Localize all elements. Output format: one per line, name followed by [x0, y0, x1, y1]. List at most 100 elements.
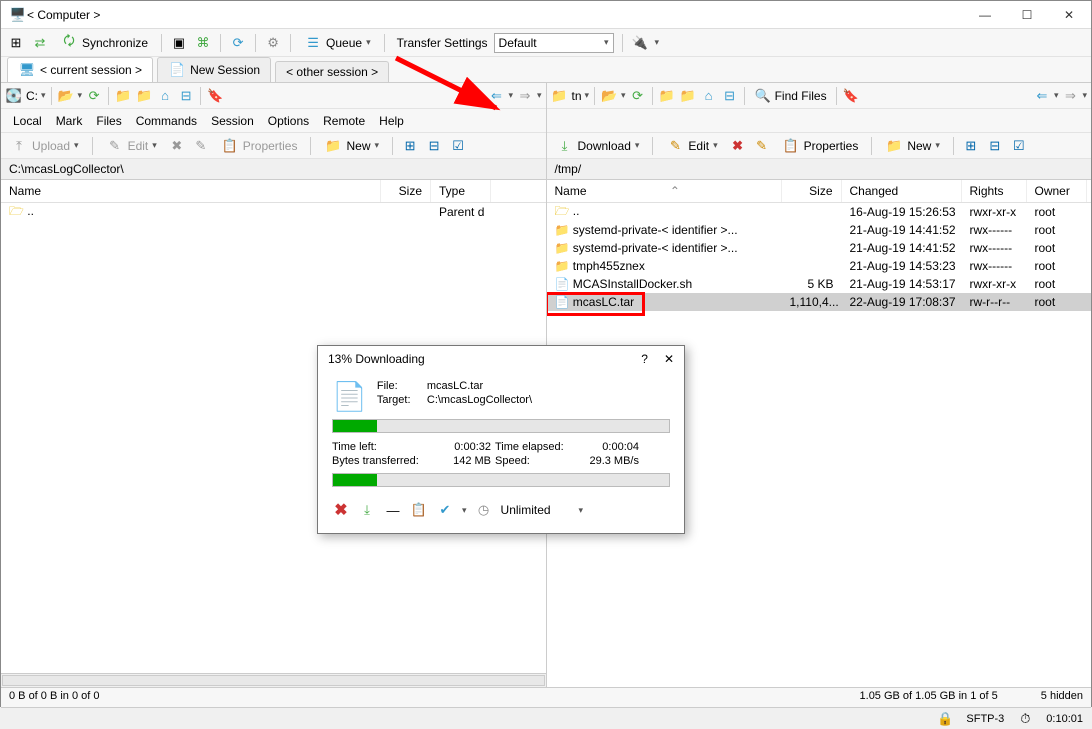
- dialog-close-button[interactable]: ✕: [664, 352, 674, 366]
- nav-forward-icon[interactable]: ⇒: [1061, 87, 1079, 105]
- minus-icon[interactable]: ⊟: [986, 137, 1004, 155]
- dialog-title: 13% Downloading: [328, 352, 641, 366]
- folder-icon[interactable]: 📁: [135, 87, 153, 105]
- col-name[interactable]: Name: [1, 180, 381, 202]
- menu-session[interactable]: Session: [205, 112, 260, 130]
- bookmark-icon[interactable]: 🔖: [206, 87, 224, 105]
- menu-commands[interactable]: Commands: [130, 112, 203, 130]
- right-drive-bar: 📁 tn ▾ 📂 ▾ ⟳ 📁 📁 ⌂ ⊟ 🔍 Find Files 🔖 ⇐ ▾ …: [547, 83, 1092, 109]
- main-toolbar: ⊞ ⇄ 🗘 Synchronize ▣ ⌘ ⟳ ⚙ ☰ Queue ▾ Tran…: [1, 29, 1091, 57]
- background-button[interactable]: ⤓: [358, 501, 376, 519]
- refresh-icon[interactable]: ⟳: [85, 87, 103, 105]
- edit-button[interactable]: ✎ Edit ▾: [101, 134, 162, 158]
- tab-other-session[interactable]: < other session >: [275, 61, 389, 82]
- minus-icon[interactable]: ⊟: [425, 137, 443, 155]
- find-files-button[interactable]: 🔍 Find Files: [750, 86, 831, 106]
- check-icon[interactable]: ☑: [1010, 137, 1028, 155]
- menu-mark[interactable]: Mark: [50, 112, 89, 130]
- tab-new-session[interactable]: 📄 New Session: [157, 57, 271, 82]
- file-icon: 📄: [555, 277, 570, 291]
- new-button[interactable]: 📁 New ▾: [880, 134, 945, 158]
- local-path[interactable]: C:\mcasLogCollector\: [1, 159, 546, 180]
- help-button[interactable]: ?: [641, 352, 648, 366]
- transfer-settings-label: Transfer Settings: [397, 36, 488, 50]
- copy-dialog-button[interactable]: 📋: [410, 501, 428, 519]
- bookmark-icon[interactable]: 🔖: [842, 87, 860, 105]
- file-row[interactable]: 🗁 .. Parent d: [1, 203, 546, 221]
- disconnect-icon[interactable]: 🔌: [631, 34, 649, 52]
- chevron-down-icon[interactable]: ▾: [655, 37, 660, 48]
- menu-remote[interactable]: Remote: [317, 112, 371, 130]
- rename-icon[interactable]: ✎: [192, 137, 210, 155]
- delete-icon[interactable]: ✖: [168, 137, 186, 155]
- tree-icon[interactable]: ⊟: [721, 87, 739, 105]
- maximize-button[interactable]: ☐: [1013, 8, 1041, 22]
- transfer-settings-combo[interactable]: Default ▾: [494, 33, 614, 53]
- speed-limit-label[interactable]: Unlimited: [501, 503, 551, 517]
- folder-icon[interactable]: 📁: [679, 87, 697, 105]
- plus-icon[interactable]: ⊞: [962, 137, 980, 155]
- properties-button[interactable]: 📋 Properties: [777, 134, 864, 158]
- menu-help[interactable]: Help: [373, 112, 410, 130]
- file-row[interactable]: 📁 tmph455znex21-Aug-19 14:53:23rwx------…: [547, 257, 1092, 275]
- home-icon[interactable]: ⌂: [700, 87, 718, 105]
- queue-button[interactable]: ☰ Queue ▾: [299, 31, 376, 55]
- menu-files[interactable]: Files: [90, 112, 127, 130]
- download-button[interactable]: ⤓ Download ▾: [551, 134, 645, 158]
- nav-back-icon[interactable]: ⇐: [487, 87, 505, 105]
- download-icon: ⤓: [556, 137, 574, 155]
- gear-icon[interactable]: ⚙: [264, 34, 282, 52]
- speed-limit-icon: ◷: [475, 501, 493, 519]
- col-rights[interactable]: Rights: [962, 180, 1027, 202]
- settings-dialog-button[interactable]: ✔: [436, 501, 454, 519]
- file-row[interactable]: 🗁 ..16-Aug-19 15:26:53rwxr-xr-xroot: [547, 203, 1092, 221]
- tree-icon[interactable]: ⊟: [177, 87, 195, 105]
- footer-status: 🔒 SFTP-3 ⏱ 0:10:01: [1, 707, 1091, 729]
- nav-forward-icon[interactable]: ⇒: [516, 87, 534, 105]
- menu-local[interactable]: Local: [7, 112, 48, 130]
- minimize-button[interactable]: —: [971, 8, 999, 22]
- file-row[interactable]: 📄 MCASInstallDocker.sh5 KB21-Aug-19 14:5…: [547, 275, 1092, 293]
- new-button[interactable]: 📁 New ▾: [319, 134, 384, 158]
- cancel-transfer-button[interactable]: ✖: [332, 501, 350, 519]
- rename-icon[interactable]: ✎: [753, 137, 771, 155]
- col-type[interactable]: Type: [431, 180, 491, 202]
- delete-icon[interactable]: ✖: [729, 137, 747, 155]
- terminal-icon[interactable]: ▣: [170, 34, 188, 52]
- plus-icon[interactable]: ⊞: [401, 137, 419, 155]
- refresh-icon[interactable]: ⟳: [629, 87, 647, 105]
- menu-options[interactable]: Options: [262, 112, 315, 130]
- home-icon[interactable]: ⌂: [156, 87, 174, 105]
- drive-icon[interactable]: 💽: [5, 87, 23, 105]
- minimize-dialog-button[interactable]: —: [384, 501, 402, 519]
- col-size[interactable]: Size: [782, 180, 842, 202]
- open-folder-icon[interactable]: 📂: [600, 87, 618, 105]
- open-folder-icon[interactable]: 📂: [57, 87, 75, 105]
- refresh-sync-icon[interactable]: ⟳: [229, 34, 247, 52]
- file-row[interactable]: 📁 systemd-private-< identifier >...21-Au…: [547, 221, 1092, 239]
- protocol-label: SFTP-3: [966, 713, 1004, 725]
- synchronize-button[interactable]: 🗘 Synchronize: [55, 31, 153, 55]
- col-owner[interactable]: Owner: [1027, 180, 1087, 202]
- back-folder-icon[interactable]: 📁: [114, 87, 132, 105]
- check-icon[interactable]: ☑: [449, 137, 467, 155]
- nav-back-icon[interactable]: ⇐: [1033, 87, 1051, 105]
- grid-icon[interactable]: ⊞: [7, 34, 25, 52]
- upload-button[interactable]: ⤒ Upload ▾: [5, 134, 84, 158]
- folder-icon[interactable]: 📁: [551, 87, 569, 105]
- remote-path[interactable]: /tmp/: [547, 159, 1092, 180]
- col-name[interactable]: Name ⌃: [547, 180, 782, 202]
- edit-button[interactable]: ✎ Edit ▾: [661, 134, 722, 158]
- file-row[interactable]: 📁 systemd-private-< identifier >...21-Au…: [547, 239, 1092, 257]
- properties-button[interactable]: 📋 Properties: [216, 134, 303, 158]
- annotation-highlight: [547, 292, 645, 316]
- col-changed[interactable]: Changed: [842, 180, 962, 202]
- folder-icon[interactable]: 📁: [658, 87, 676, 105]
- command-icon[interactable]: ⌘: [194, 34, 212, 52]
- compare-icon[interactable]: ⇄: [31, 34, 49, 52]
- close-button[interactable]: ✕: [1055, 8, 1083, 22]
- col-size[interactable]: Size: [381, 180, 431, 202]
- tab-current-session[interactable]: 🖥 < current session >: [7, 57, 153, 82]
- menu-bar: Local Mark Files Commands Session Option…: [1, 109, 546, 133]
- horizontal-scrollbar[interactable]: [2, 675, 545, 686]
